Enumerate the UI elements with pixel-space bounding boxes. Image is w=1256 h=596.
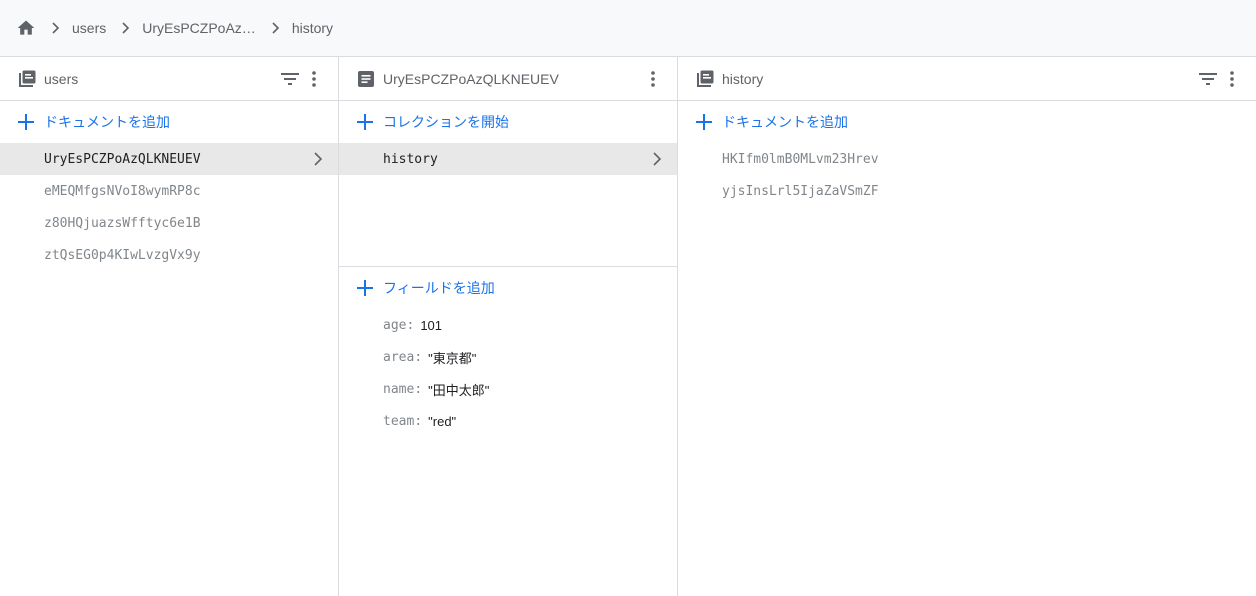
panel-title: UryEsPCZPoAzQLKNEUEV (383, 70, 559, 87)
field-key: name (383, 381, 415, 397)
field-key: age (383, 317, 407, 333)
breadcrumb-item-document[interactable]: UryEsPCZPoAz… (142, 20, 256, 36)
chevron-right-icon (310, 151, 326, 167)
home-icon[interactable] (16, 18, 36, 38)
chevron-right-icon (649, 151, 665, 167)
document-panel: UryEsPCZPoAzQLKNEUEV コレクションを開始 history フ… (339, 57, 678, 596)
document-icon (357, 70, 375, 88)
breadcrumb-item-users[interactable]: users (72, 20, 106, 36)
panel-header: history (678, 57, 1256, 101)
field-value: 101 (420, 317, 443, 333)
breadcrumb: users UryEsPCZPoAz… history (0, 0, 1256, 57)
plus-icon (16, 112, 36, 132)
fields-section: フィールドを追加 age: 101 area: "東京都" name: "田中太… (339, 267, 677, 437)
document-row[interactable]: yjsInsLrl5IjaZaVSmZF (678, 175, 1256, 207)
filter-icon[interactable] (1196, 67, 1220, 91)
data-panels: users ドキュメントを追加 UryEsPCZPoAzQLKNEUEV eME… (0, 57, 1256, 596)
panel-title: users (44, 70, 79, 87)
field-row[interactable]: area: "東京都" (339, 341, 677, 373)
panel-title: history (722, 70, 764, 87)
more-vert-icon[interactable] (1220, 67, 1244, 91)
field-row[interactable]: age: 101 (339, 309, 677, 341)
document-row[interactable]: HKIfm0lmB0MLvm23Hrev (678, 143, 1256, 175)
field-value: "田中太郎" (428, 382, 490, 398)
plus-icon (355, 112, 375, 132)
field-value: "東京都" (428, 350, 477, 366)
collection-panel-history: history ドキュメントを追加 HKIfm0lmB0MLvm23Hrev y… (678, 57, 1256, 596)
field-key: area (383, 349, 415, 365)
add-document-button[interactable]: ドキュメントを追加 (678, 101, 1256, 143)
add-field-button[interactable]: フィールドを追加 (339, 267, 677, 309)
collection-row[interactable]: history (339, 143, 677, 175)
panel-header: users (0, 57, 338, 101)
add-document-label: ドキュメントを追加 (722, 114, 848, 130)
start-collection-button[interactable]: コレクションを開始 (339, 101, 677, 143)
field-value: "red" (428, 413, 457, 429)
field-row[interactable]: team: "red" (339, 405, 677, 437)
plus-icon (694, 112, 714, 132)
collection-icon (18, 70, 36, 88)
panel-header: UryEsPCZPoAzQLKNEUEV (339, 57, 677, 101)
document-row[interactable]: ztQsEG0p4KIwLvzgVx9y (0, 239, 338, 271)
document-row[interactable]: eMEQMfgsNVoI8wymRP8c (0, 175, 338, 207)
add-document-button[interactable]: ドキュメントを追加 (0, 101, 338, 143)
field-row[interactable]: name: "田中太郎" (339, 373, 677, 405)
collection-icon (696, 70, 714, 88)
start-collection-label: コレクションを開始 (383, 114, 509, 130)
collection-panel-users: users ドキュメントを追加 UryEsPCZPoAzQLKNEUEV eME… (0, 57, 339, 596)
add-document-label: ドキュメントを追加 (44, 114, 170, 130)
chevron-right-icon (114, 18, 138, 38)
subcollections-section: コレクションを開始 history (339, 101, 677, 267)
plus-icon (355, 278, 375, 298)
more-vert-icon[interactable] (302, 67, 326, 91)
field-key: team (383, 413, 415, 429)
breadcrumb-item-history[interactable]: history (292, 20, 333, 36)
filter-icon[interactable] (278, 67, 302, 91)
document-row[interactable]: UryEsPCZPoAzQLKNEUEV (0, 143, 338, 175)
more-vert-icon[interactable] (641, 67, 665, 91)
document-row[interactable]: z80HQjuazsWfftyc6e1B (0, 207, 338, 239)
add-field-label: フィールドを追加 (383, 280, 495, 296)
chevron-right-icon (44, 18, 68, 38)
chevron-right-icon (264, 18, 288, 38)
